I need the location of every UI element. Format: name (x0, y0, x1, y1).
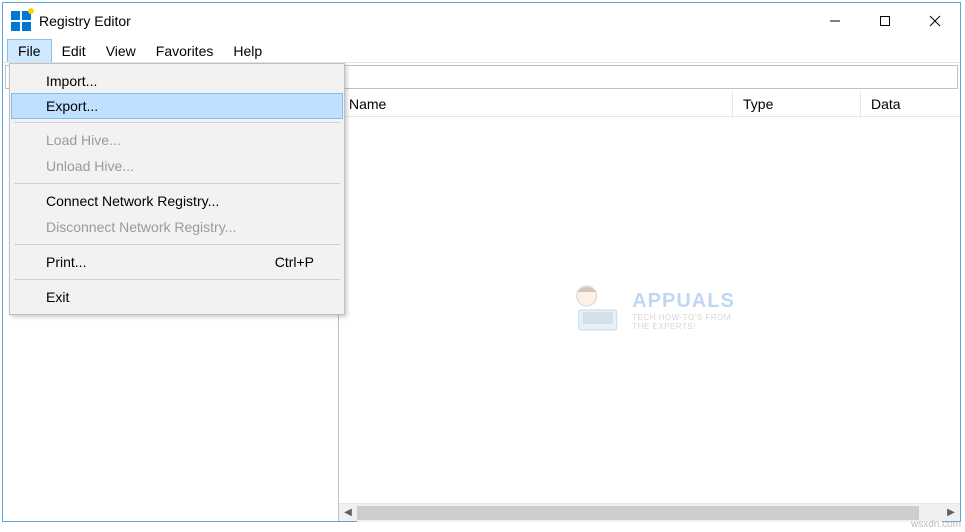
window-controls (810, 3, 960, 39)
scroll-thumb[interactable] (357, 506, 919, 520)
watermark-title: APPUALS (632, 290, 735, 313)
column-type[interactable]: Type (733, 91, 861, 116)
menu-item-connect-network-registry[interactable]: Connect Network Registry... (12, 188, 342, 214)
file-menu-dropdown: Import... Export... Load Hive... Unload … (9, 63, 345, 315)
menu-separator (14, 244, 340, 245)
app-icon (11, 11, 31, 31)
menu-item-label: Export... (46, 98, 98, 114)
watermark-sub1: TECH HOW-TO'S FROM (632, 313, 735, 322)
scroll-left-icon[interactable]: ◀ (339, 504, 357, 522)
scroll-track[interactable] (357, 504, 942, 522)
menu-view[interactable]: View (96, 39, 146, 62)
window-title: Registry Editor (39, 13, 131, 29)
menu-separator (14, 122, 340, 123)
watermark-sub2: THE EXPERTS! (632, 322, 735, 331)
menu-item-print[interactable]: Print... Ctrl+P (12, 249, 342, 275)
menu-separator (14, 183, 340, 184)
horizontal-scrollbar[interactable]: ◀ ▶ (339, 503, 960, 521)
menu-file[interactable]: File (7, 39, 52, 62)
menu-item-exit[interactable]: Exit (12, 284, 342, 310)
titlebar: Registry Editor (3, 3, 960, 39)
menu-item-label: Exit (46, 289, 69, 305)
list-header: Name Type Data (339, 91, 960, 117)
menubar: File Edit View Favorites Help (3, 39, 960, 63)
minimize-button[interactable] (810, 3, 860, 39)
menu-item-load-hive: Load Hive... (12, 127, 342, 153)
menu-item-label: Disconnect Network Registry... (46, 219, 236, 235)
menu-favorites[interactable]: Favorites (146, 39, 224, 62)
menu-item-label: Print... (46, 254, 86, 270)
watermark: APPUALS TECH HOW-TO'S FROM THE EXPERTS! (564, 280, 735, 340)
menu-item-label: Import... (46, 73, 97, 89)
menu-separator (14, 279, 340, 280)
menu-item-shortcut: Ctrl+P (275, 254, 314, 270)
menu-help[interactable]: Help (223, 39, 272, 62)
list-pane: Name Type Data APPUALS (339, 91, 960, 521)
menu-item-disconnect-network-registry: Disconnect Network Registry... (12, 214, 342, 240)
close-button[interactable] (910, 3, 960, 39)
menu-item-unload-hive: Unload Hive... (12, 153, 342, 179)
menu-item-label: Connect Network Registry... (46, 193, 219, 209)
column-name[interactable]: Name (339, 91, 733, 116)
registry-editor-window: Registry Editor File Edit View Favorites… (2, 2, 961, 522)
menu-edit[interactable]: Edit (52, 39, 96, 62)
menu-item-import[interactable]: Import... (12, 68, 342, 94)
maximize-button[interactable] (860, 3, 910, 39)
menu-item-label: Load Hive... (46, 132, 121, 148)
menu-item-export[interactable]: Export... (11, 93, 343, 119)
column-data[interactable]: Data (861, 91, 960, 116)
list-body[interactable]: APPUALS TECH HOW-TO'S FROM THE EXPERTS! (339, 117, 960, 503)
menu-item-label: Unload Hive... (46, 158, 134, 174)
source-credit: wsxdn.com (911, 519, 961, 530)
